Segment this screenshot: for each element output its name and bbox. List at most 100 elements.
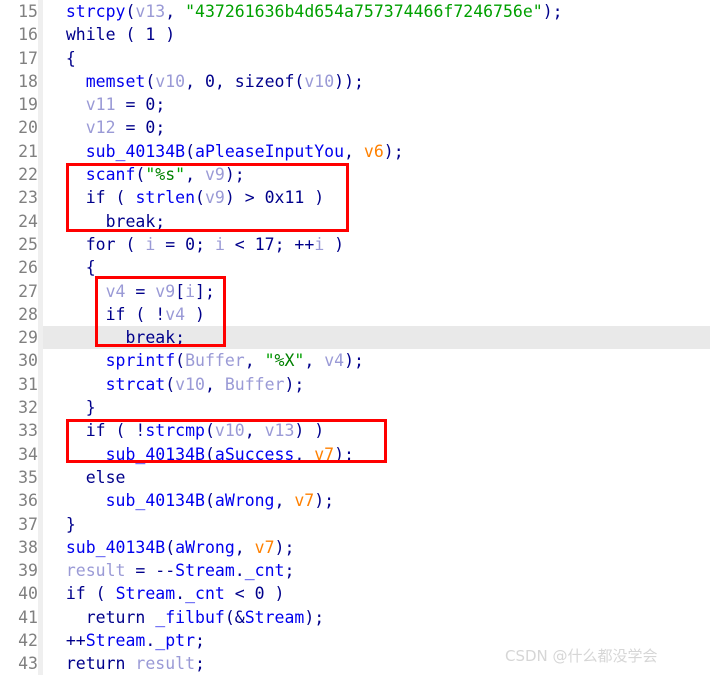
code-line[interactable]: 18 memset(v10, 0, sizeof(v10)); [0,70,710,93]
code-line[interactable]: 35 else [0,466,710,489]
code-line[interactable]: 32 } [0,396,710,419]
code-token: aPleaseInputYou [195,141,345,161]
code-token: ); [224,165,245,185]
code-line[interactable]: 22 scanf("%s", v9); [0,163,710,186]
code-line[interactable]: 15 strcpy(v13, "437261636b4d654a75737446… [0,0,710,23]
code-line[interactable]: 28 if ( !v4 ) [0,303,710,326]
code-token: _cnt [185,584,225,604]
code-token: ( [135,165,146,185]
code-line-text: strcat(v10, Buffer); [46,373,305,396]
code-line[interactable]: 24 break; [0,210,710,233]
code-line-text: sub_40134B(aWrong, v7); [46,536,295,559]
code-line-text: sub_40134B(aWrong, v7); [46,489,335,512]
code-line-text: memset(v10, 0, sizeof(v10)); [46,70,364,93]
code-token: Stream [85,631,146,651]
code-token: memset [85,71,146,91]
code-token: ; ++ [274,234,315,254]
line-number: 24 [18,211,38,231]
code-line[interactable]: 16 while ( 1 ) [0,23,710,46]
code-token: if [65,584,86,604]
code-token: ; [195,234,215,254]
code-token: , [204,374,225,394]
code-line-text: return _filbuf(&Stream); [46,606,324,629]
code-token: ( [115,234,146,254]
code-line-text: sub_40134B(aPleaseInputYou, v6); [46,140,404,163]
line-number: 38 [18,537,38,557]
code-line[interactable]: 37 } [0,513,710,536]
code-line-text: { [46,47,76,70]
code-line[interactable]: 26 { [0,256,710,279]
code-token: sub_40134B [105,491,205,511]
code-line[interactable]: 23 if ( strlen(v9) > 0x11 ) [0,186,710,209]
code-token: ( [125,2,136,21]
code-line[interactable]: 17 { [0,47,710,70]
decompiled-code-listing[interactable]: 15 strcpy(v13, "437261636b4d654a75737446… [0,0,710,675]
code-line-text: else [46,466,126,489]
code-token: } [46,514,76,534]
code-line[interactable]: 29 break; [0,326,710,350]
code-line[interactable]: 19 v11 = 0; [0,93,710,116]
code-token: v7 [314,444,335,464]
code-line[interactable]: 39 result = --Stream._cnt; [0,559,710,582]
code-line[interactable]: 30 sprintf(Buffer, "%X", v4); [0,349,710,372]
code-token: , [274,491,295,511]
code-token: sizeof [234,71,295,91]
code-line[interactable]: 33 if ( !strcmp(v10, v13) ) [0,419,710,442]
code-token: v9 [204,165,225,185]
code-token: i [214,234,225,254]
code-token: result [65,561,126,581]
line-number: 40 [18,584,38,604]
code-line[interactable]: 21 sub_40134B(aPleaseInputYou, v6); [0,140,710,163]
code-token: ( [145,71,156,91]
code-token: v13 [264,421,295,441]
line-number: 37 [18,514,38,534]
code-line[interactable]: 25 for ( i = 0; i < 17; ++i ) [0,233,710,256]
code-token: Buffer [224,374,285,394]
code-token: ( [165,537,176,557]
code-line[interactable]: 41 return _filbuf(&Stream); [0,606,710,629]
line-number: 23 [18,188,38,208]
code-token: sub_40134B [65,537,166,557]
code-token: Stream [244,607,305,627]
code-token: " [264,351,275,371]
code-line[interactable]: 38 sub_40134B(aWrong, v7); [0,536,710,559]
line-number: 29 [18,328,38,348]
code-token: v9 [155,281,176,301]
code-token: , [244,351,265,371]
code-line-text: } [46,513,76,536]
code-token: ) [324,234,345,254]
code-token: v4 [165,304,186,324]
code-line[interactable]: 31 strcat(v10, Buffer); [0,373,710,396]
code-token: < [224,234,255,254]
code-line[interactable]: 40 if ( Stream._cnt < 0 ) [0,582,710,605]
code-token: sprintf [105,351,176,371]
code-line-text: v11 = 0; [46,93,166,116]
code-token: ); [334,444,354,464]
code-line-text: } [46,396,96,419]
code-line[interactable]: 36 sub_40134B(aWrong, v7); [0,489,710,512]
code-line[interactable]: 34 sub_40134B(aSuccess, v7); [0,443,710,466]
code-token: if [85,188,106,208]
line-number: 15 [18,2,38,21]
code-token: ); [304,607,325,627]
code-token: ( [195,188,205,208]
code-line[interactable]: 27 v4 = v9[i]; [0,280,710,303]
code-viewport: 15 strcpy(v13, "437261636b4d654a75737446… [0,0,710,675]
code-token: Stream [115,584,176,604]
code-token: v7 [294,491,315,511]
code-token: 0 [204,71,215,91]
code-token: i [314,234,325,254]
code-token: v11 [85,95,116,115]
code-line[interactable]: 20 v12 = 0; [0,116,710,139]
code-token: _cnt [244,561,285,581]
code-token: 17 [254,234,275,254]
code-token: ) ) [294,421,325,441]
